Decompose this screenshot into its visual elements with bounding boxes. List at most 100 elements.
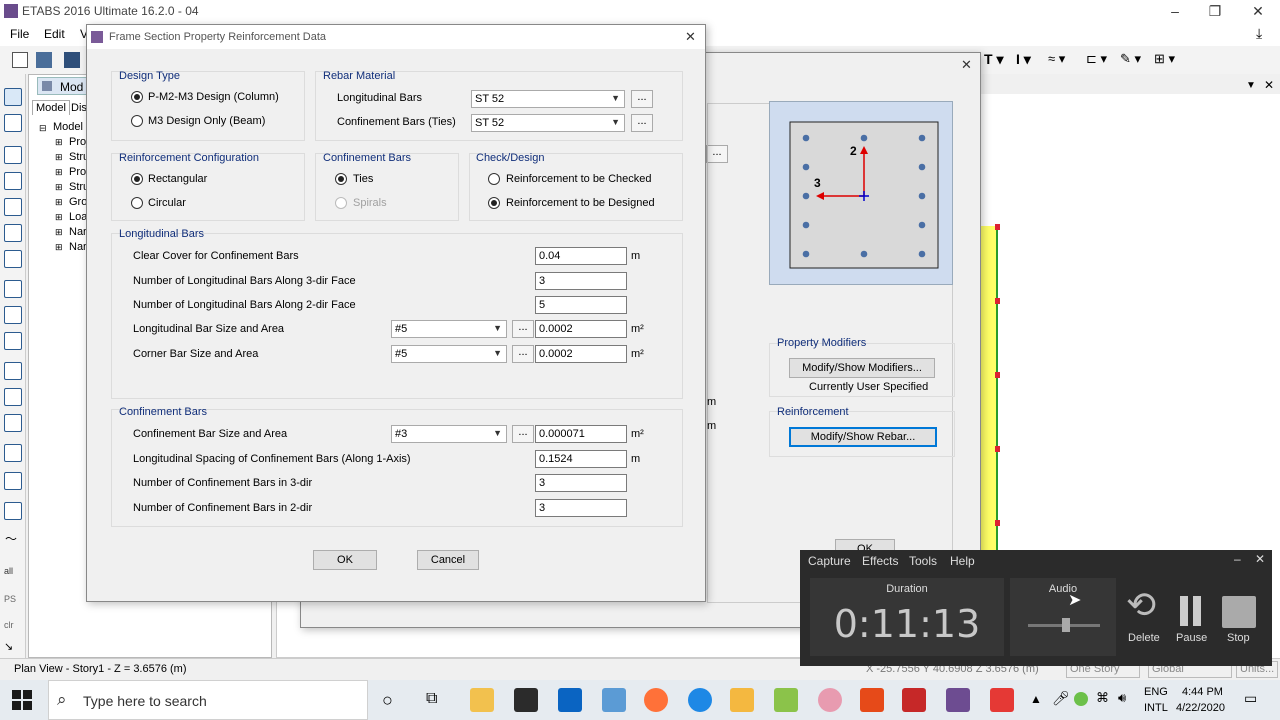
radio-reinforcement-checked-label[interactable]: Reinforcement to be Checked bbox=[506, 173, 652, 185]
confinement-bar-ellipsis[interactable]: ... bbox=[512, 425, 534, 443]
store-icon[interactable] bbox=[514, 688, 538, 712]
clock-date[interactable]: 4/22/2020 bbox=[1176, 702, 1225, 714]
close-icon[interactable]: ✕ bbox=[1248, 2, 1268, 20]
tab-model[interactable]: Model bbox=[32, 100, 70, 115]
radio-column-design-label[interactable]: P-M2-M3 Design (Column) bbox=[148, 91, 279, 103]
microphone-icon[interactable]: 🎤︎ bbox=[1052, 690, 1070, 707]
volume-icon[interactable]: 🔊︎ bbox=[1118, 690, 1126, 706]
draw-wall-icon[interactable] bbox=[4, 332, 22, 350]
dialog-close-icon[interactable]: ✕ bbox=[685, 29, 696, 45]
draw-slab-icon[interactable] bbox=[4, 414, 22, 432]
task-view-icon[interactable]: ⧉ bbox=[426, 690, 437, 708]
draw-area-icon[interactable] bbox=[4, 280, 22, 298]
confinement-3dir-input[interactable]: 3 bbox=[535, 474, 627, 492]
radio-rectangular[interactable] bbox=[131, 173, 143, 185]
menu-edit[interactable]: Edit bbox=[44, 27, 65, 41]
collapse-icon[interactable]: ⊟ bbox=[39, 123, 47, 134]
tree-item[interactable]: Nar bbox=[69, 226, 87, 238]
expand-icon[interactable]: ⊞ bbox=[55, 227, 63, 238]
radio-beam-design-label[interactable]: M3 Design Only (Beam) bbox=[148, 115, 265, 127]
clear-selection-icon[interactable]: clr bbox=[4, 620, 14, 630]
bars-3dir-input[interactable]: 3 bbox=[535, 272, 627, 290]
pause-label[interactable]: Pause bbox=[1176, 632, 1207, 644]
section-tool-icon[interactable]: T ▾ bbox=[984, 51, 1003, 68]
draw-rect-area-icon[interactable] bbox=[4, 306, 22, 324]
app-icon[interactable] bbox=[730, 688, 754, 712]
confinement-bar-size-select[interactable]: #3 ▼ bbox=[391, 425, 507, 443]
new-model-icon[interactable] bbox=[12, 52, 28, 68]
draw-opening-icon[interactable] bbox=[4, 362, 22, 380]
reshape-icon[interactable] bbox=[4, 114, 22, 132]
confinement-bar-area-input[interactable]: 0.000071 bbox=[535, 425, 627, 443]
network-icon[interactable]: ⌘ bbox=[1096, 690, 1109, 706]
select-pointer-icon[interactable] bbox=[4, 88, 22, 106]
radio-ties-label[interactable]: Ties bbox=[353, 173, 373, 185]
open-icon[interactable] bbox=[36, 52, 52, 68]
download-icon[interactable]: ⤓ bbox=[1256, 25, 1262, 42]
beam-tool-icon[interactable]: I ▾ bbox=[1016, 51, 1031, 68]
pen-tool-icon[interactable]: ✎ ▾ bbox=[1120, 51, 1141, 67]
ok-button[interactable]: OK bbox=[313, 550, 377, 570]
expand-icon[interactable]: ⊞ bbox=[55, 242, 63, 253]
expand-icon[interactable]: ⊞ bbox=[55, 137, 63, 148]
tab-display[interactable]: Dis bbox=[71, 102, 87, 114]
bars-2dir-input[interactable]: 5 bbox=[535, 296, 627, 314]
audio-slider-thumb[interactable] bbox=[1062, 618, 1070, 632]
longitudinal-bar-size-select[interactable]: #5 ▼ bbox=[391, 320, 507, 338]
edge-icon[interactable] bbox=[688, 688, 712, 712]
draw-x-brace-icon[interactable] bbox=[4, 250, 22, 268]
delete-icon[interactable]: ⟲ bbox=[1126, 584, 1160, 625]
modify-rebar-button[interactable]: Modify/Show Rebar... bbox=[789, 427, 937, 447]
acrobat-icon[interactable] bbox=[902, 688, 926, 712]
clear-cover-input[interactable]: 0.04 bbox=[535, 247, 627, 265]
dimension-icon[interactable] bbox=[4, 444, 22, 462]
draw-floor-icon[interactable] bbox=[4, 388, 22, 406]
firefox-icon[interactable] bbox=[644, 688, 668, 712]
line-tool-icon[interactable]: ≈ ▾ bbox=[1048, 51, 1065, 67]
select-all-icon[interactable]: all bbox=[4, 566, 13, 576]
stop-icon[interactable] bbox=[1222, 596, 1256, 628]
delete-label[interactable]: Delete bbox=[1128, 632, 1160, 644]
expand-icon[interactable]: ⊞ bbox=[55, 167, 63, 178]
tree-root-model[interactable]: Model bbox=[53, 121, 83, 133]
expand-icon[interactable]: ⊞ bbox=[55, 152, 63, 163]
support-icon[interactable] bbox=[4, 502, 22, 520]
longitudinal-material-ellipsis[interactable]: ... bbox=[631, 90, 653, 108]
windows-start-icon[interactable] bbox=[12, 690, 32, 710]
cortana-icon[interactable]: ○ bbox=[382, 690, 393, 711]
view-dropdown-icon[interactable]: ▼ bbox=[1246, 80, 1256, 91]
pause-icon-bar-1[interactable] bbox=[1180, 596, 1188, 626]
corner-bar-area-input[interactable]: 0.0002 bbox=[535, 345, 627, 363]
recorder-menu-help[interactable]: Help bbox=[950, 554, 975, 568]
maximize-icon[interactable]: ❐ bbox=[1205, 2, 1225, 20]
recorder-minimize-icon[interactable]: – bbox=[1234, 552, 1241, 566]
radio-reinforcement-designed-label[interactable]: Reinforcement to be Designed bbox=[506, 197, 655, 209]
slack-icon[interactable] bbox=[860, 688, 884, 712]
radio-reinforcement-checked[interactable] bbox=[488, 173, 500, 185]
app-icon[interactable] bbox=[818, 688, 842, 712]
recorder-menu-effects[interactable]: Effects bbox=[862, 554, 898, 568]
shape-tool-icon[interactable]: ⊏ ▾ bbox=[1086, 51, 1107, 67]
grid-icon[interactable] bbox=[4, 472, 22, 490]
snap-icon[interactable]: ↘ bbox=[4, 640, 13, 653]
tray-app-icon[interactable] bbox=[1074, 692, 1088, 706]
view-close-icon[interactable]: ✕ bbox=[1264, 78, 1274, 92]
tree-item[interactable]: Loa bbox=[69, 211, 87, 223]
longitudinal-bar-ellipsis[interactable]: ... bbox=[512, 320, 534, 338]
confinement-material-ellipsis[interactable]: ... bbox=[631, 114, 653, 132]
draw-beam-icon[interactable] bbox=[4, 224, 22, 242]
language-code[interactable]: ENG bbox=[1144, 686, 1168, 698]
expand-icon[interactable]: ⊞ bbox=[55, 182, 63, 193]
recorder-menu-tools[interactable]: Tools bbox=[909, 554, 937, 568]
app-icon[interactable] bbox=[602, 688, 626, 712]
recorder-menu-capture[interactable]: Capture bbox=[808, 554, 851, 568]
spring-icon[interactable]: ～ bbox=[5, 530, 17, 547]
corner-bar-size-select[interactable]: #5 ▼ bbox=[391, 345, 507, 363]
tree-item[interactable]: Nar bbox=[69, 241, 87, 253]
column-tool-icon[interactable]: ⊞ ▾ bbox=[1154, 51, 1175, 67]
notifications-icon[interactable]: ▭ bbox=[1244, 690, 1257, 707]
expand-icon[interactable]: ⊞ bbox=[55, 197, 63, 208]
taskbar-search[interactable]: ⌕ Type here to search bbox=[48, 680, 368, 720]
radio-circular-label[interactable]: Circular bbox=[148, 197, 186, 209]
app-icon[interactable] bbox=[774, 688, 798, 712]
